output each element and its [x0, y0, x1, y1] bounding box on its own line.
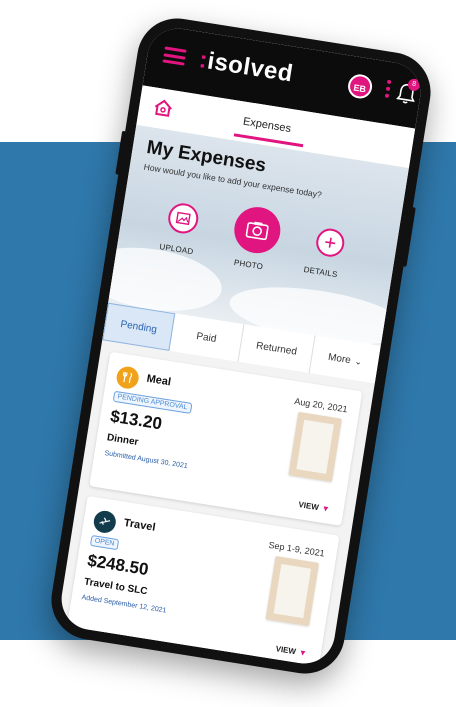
camera-icon — [245, 221, 269, 241]
expense-category: Travel — [122, 516, 157, 534]
caret-down-icon: ▼ — [321, 503, 331, 514]
fork-knife-icon — [122, 371, 133, 384]
isolved-logo: :isolved — [197, 46, 295, 88]
more-options-icon[interactable] — [384, 79, 392, 101]
receipt-thumbnail[interactable] — [265, 555, 320, 627]
view-label: VIEW — [275, 644, 297, 657]
photo-button[interactable] — [231, 203, 284, 257]
expense-amount: $248.50 — [86, 550, 150, 580]
tab-expenses[interactable]: Expenses — [242, 116, 292, 135]
status-badge: OPEN — [89, 534, 120, 551]
details-label: DETAILS — [303, 264, 339, 280]
expense-description: Dinner — [106, 432, 140, 449]
chevron-down-icon: ⌄ — [353, 355, 363, 367]
caret-down-icon: ▼ — [298, 647, 308, 659]
hamburger-menu-icon[interactable] — [162, 46, 187, 66]
tab-more-label: More — [327, 351, 352, 366]
photo-label: PHOTO — [233, 257, 264, 272]
view-label: VIEW — [297, 500, 320, 513]
expense-description: Travel to SLC — [83, 576, 149, 598]
expense-added-date: Added September 12, 2021 — [81, 594, 167, 615]
travel-icon — [92, 509, 118, 535]
expense-category: Meal — [145, 372, 172, 389]
receipt-thumbnail[interactable] — [288, 411, 342, 482]
view-button[interactable]: VIEW ▼ — [298, 500, 330, 514]
plane-icon — [99, 517, 111, 525]
home-icon[interactable] — [152, 97, 175, 118]
meal-icon — [115, 365, 141, 391]
expense-submitted-date: Submitted August 30, 2021 — [103, 450, 189, 471]
upload-button[interactable] — [166, 201, 201, 236]
view-button[interactable]: VIEW ▼ — [275, 644, 307, 658]
user-avatar[interactable]: EB — [346, 72, 374, 101]
plus-icon — [325, 237, 336, 248]
image-icon — [175, 211, 191, 226]
expense-amount: $13.20 — [108, 406, 164, 434]
details-button[interactable] — [314, 226, 347, 259]
expense-card[interactable]: Meal Aug 20, 2021 PENDING APPROVAL $13.2… — [89, 351, 363, 526]
